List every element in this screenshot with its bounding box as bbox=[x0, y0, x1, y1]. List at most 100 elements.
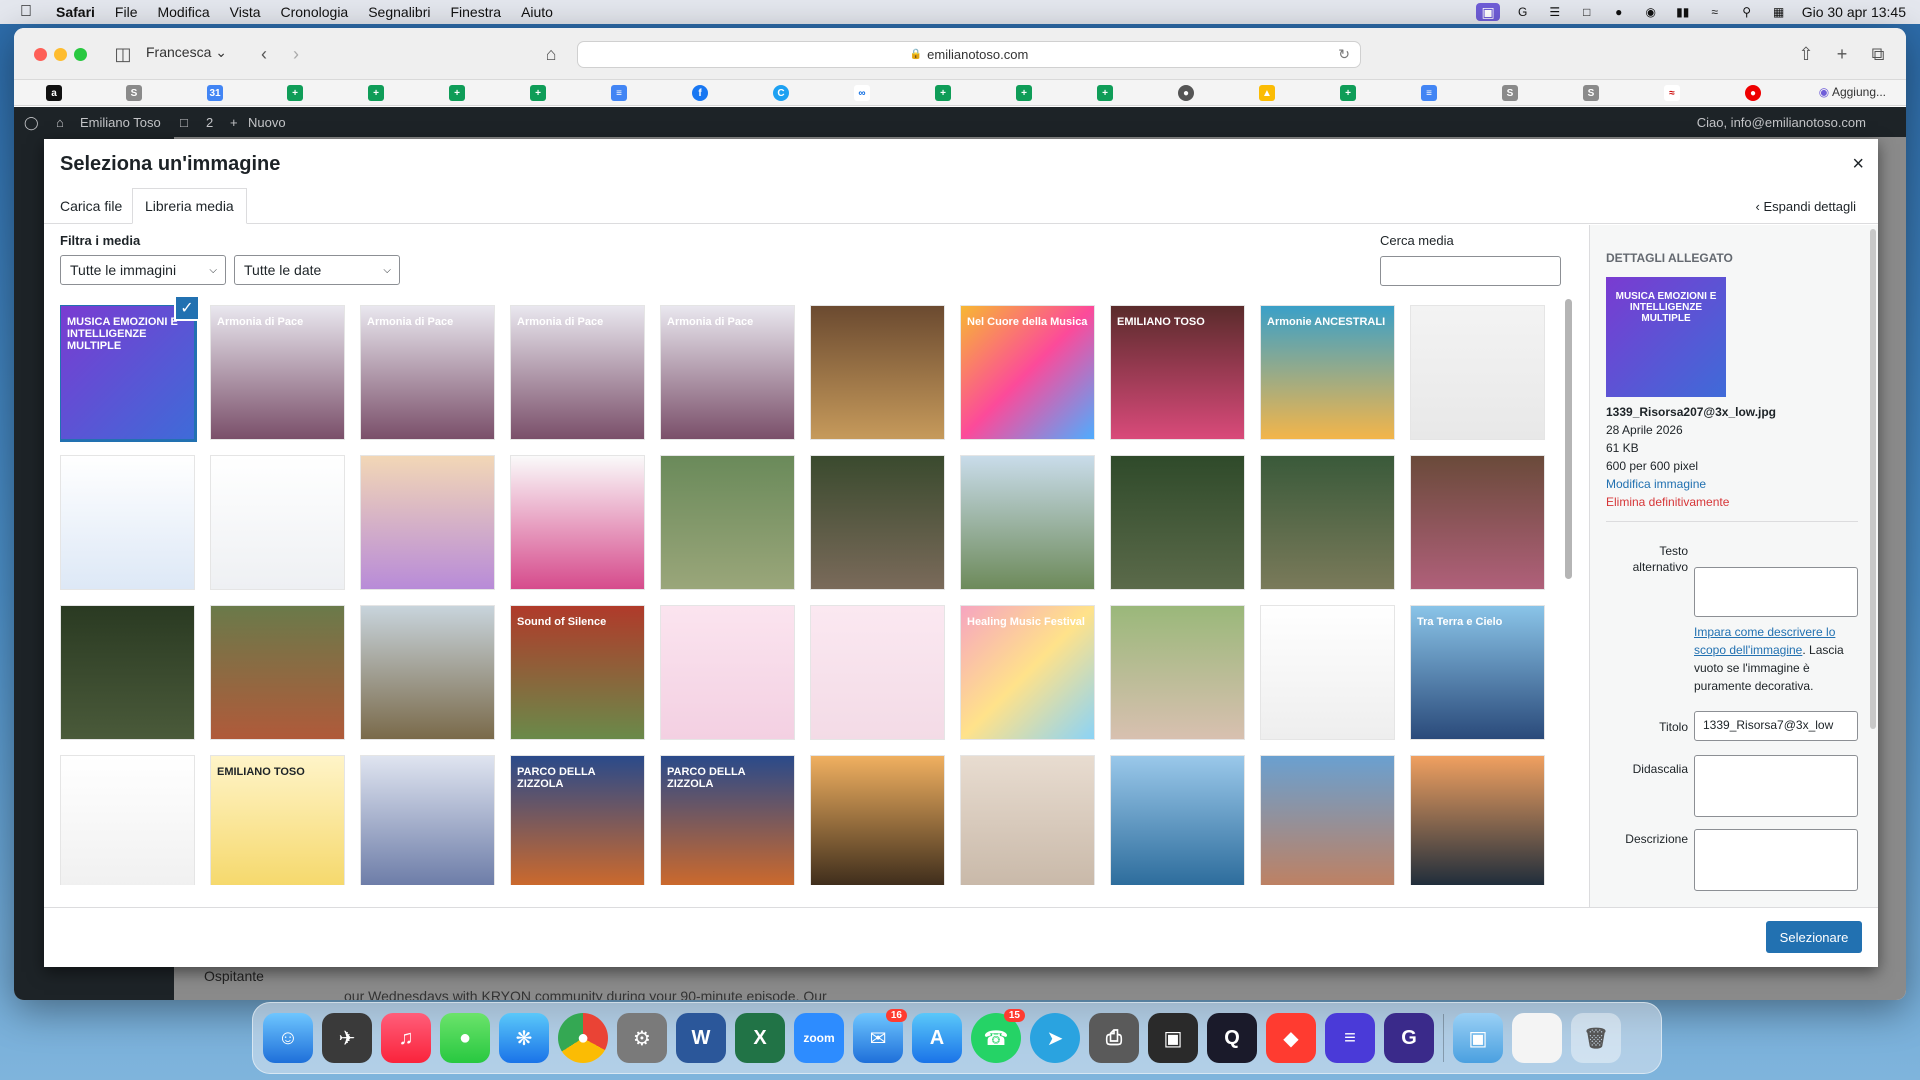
details-scrollbar[interactable] bbox=[1870, 229, 1876, 729]
media-thumbnail[interactable] bbox=[210, 605, 345, 740]
title-field[interactable]: 1339_Risorsa7@3x_low bbox=[1694, 711, 1858, 741]
safari-icon[interactable]: ❋ bbox=[499, 1013, 549, 1063]
quicktime-icon[interactable]: Q bbox=[1207, 1013, 1257, 1063]
wp-new-label[interactable]: Nuovo bbox=[248, 115, 286, 130]
media-thumbnail[interactable] bbox=[510, 455, 645, 590]
tab-overview-icon[interactable]: ⧉ bbox=[1868, 41, 1888, 67]
word-icon[interactable]: W bbox=[676, 1013, 726, 1063]
recent-window-icon[interactable] bbox=[1512, 1013, 1562, 1063]
minimize-window-button[interactable] bbox=[54, 48, 67, 61]
stats-app-icon[interactable]: ≡ bbox=[1325, 1013, 1375, 1063]
favorite-trenitalia-icon[interactable]: ≈ bbox=[1664, 85, 1680, 101]
media-thumbnail[interactable]: Nel Cuore della Musica bbox=[960, 305, 1095, 440]
wp-site-name[interactable]: Emiliano Toso bbox=[80, 115, 161, 130]
wp-comments-icon[interactable]: □ bbox=[180, 115, 188, 130]
favorite-sheets-icon[interactable]: + bbox=[1016, 85, 1032, 101]
favorites-more[interactable]: ◉ Aggiung... bbox=[1819, 85, 1886, 99]
media-thumbnail[interactable]: Armonia di Pace bbox=[510, 305, 645, 440]
media-thumbnail[interactable] bbox=[660, 605, 795, 740]
close-window-button[interactable] bbox=[34, 48, 47, 61]
grammarly-icon[interactable]: G bbox=[1514, 5, 1532, 19]
mail-icon[interactable]: ✉ 16 bbox=[853, 1009, 907, 1063]
media-thumbnail[interactable]: PARCO DELLA ZIZZOLA bbox=[660, 755, 795, 885]
zoom-window-button[interactable] bbox=[74, 48, 87, 61]
favorite-docs-icon[interactable]: ≡ bbox=[611, 85, 627, 101]
telegram-icon[interactable]: ➤ bbox=[1030, 1013, 1080, 1063]
media-thumbnail[interactable] bbox=[1260, 455, 1395, 590]
media-thumbnail[interactable]: EMILIANO TOSO bbox=[210, 755, 345, 885]
screenshot-icon[interactable]: ▣ bbox=[1148, 1013, 1198, 1063]
control-center-icon[interactable]: ▦ bbox=[1770, 5, 1788, 19]
media-thumbnail[interactable]: EMILIANO TOSO bbox=[1110, 305, 1245, 440]
favorite-c-icon[interactable]: C bbox=[773, 85, 789, 101]
media-thumbnail[interactable] bbox=[960, 455, 1095, 590]
media-thumbnail[interactable] bbox=[60, 755, 195, 885]
media-thumbnail[interactable] bbox=[1110, 755, 1245, 885]
media-thumbnail[interactable]: Armonie ANCESTRALI bbox=[1260, 305, 1395, 440]
media-thumbnail[interactable] bbox=[810, 755, 945, 885]
favorite-sheets-icon[interactable]: + bbox=[1097, 85, 1113, 101]
favorite-drive-icon[interactable]: ▲ bbox=[1259, 85, 1275, 101]
favorite-facebook-icon[interactable]: f bbox=[692, 85, 708, 101]
home-icon[interactable]: ⌂ bbox=[539, 41, 563, 67]
wp-site-home-icon[interactable]: ⌂ bbox=[56, 115, 64, 130]
close-modal-icon[interactable]: × bbox=[1852, 153, 1864, 176]
favorite-sheets-icon[interactable]: + bbox=[935, 85, 951, 101]
share-icon[interactable]: ⇧ bbox=[1796, 41, 1816, 67]
media-thumbnail[interactable] bbox=[360, 605, 495, 740]
reload-icon[interactable]: ↻ bbox=[1338, 46, 1350, 63]
menu-aiuto[interactable]: Aiuto bbox=[521, 4, 553, 20]
filter-type-select[interactable]: Tutte le immagini ⌵ bbox=[60, 255, 226, 285]
media-thumbnail[interactable] bbox=[1410, 755, 1545, 885]
media-thumbnail[interactable]: MUSICA EMOZIONI E INTELLIGENZE MULTIPLE bbox=[60, 305, 197, 442]
printer-icon[interactable]: ⎙ bbox=[1089, 1013, 1139, 1063]
zoom-icon[interactable]: zoom bbox=[794, 1013, 844, 1063]
selected-check-icon[interactable]: ✓ bbox=[174, 295, 200, 321]
back-icon[interactable]: ‹ bbox=[254, 41, 274, 67]
media-thumbnail[interactable] bbox=[360, 755, 495, 885]
select-button[interactable]: Selezionare bbox=[1766, 921, 1862, 953]
favorite-sheets-icon[interactable]: + bbox=[449, 85, 465, 101]
grid-scrollbar[interactable] bbox=[1565, 299, 1572, 579]
favorite-s-icon[interactable]: S bbox=[1583, 85, 1599, 101]
media-thumbnail[interactable]: Armonia di Pace bbox=[210, 305, 345, 440]
menu-segnalibri[interactable]: Segnalibri bbox=[368, 4, 430, 20]
media-thumbnail[interactable] bbox=[60, 455, 195, 590]
favorite-calendar-icon[interactable]: 31 bbox=[207, 85, 223, 101]
media-thumbnail[interactable] bbox=[810, 605, 945, 740]
favorite-meta-icon[interactable]: ∞ bbox=[854, 85, 870, 101]
grammarly-app-icon[interactable]: G bbox=[1384, 1013, 1434, 1063]
media-thumbnail[interactable]: Healing Music Festival bbox=[960, 605, 1095, 740]
tab-upload-files[interactable]: Carica file bbox=[48, 188, 134, 224]
media-thumbnail[interactable] bbox=[360, 455, 495, 590]
filter-date-select[interactable]: Tutte le date ⌵ bbox=[234, 255, 400, 285]
downloads-folder-icon[interactable]: ▣ bbox=[1453, 1013, 1503, 1063]
media-thumbnail[interactable]: Armonia di Pace bbox=[660, 305, 795, 440]
description-field[interactable] bbox=[1694, 829, 1858, 891]
media-thumbnail[interactable] bbox=[60, 605, 195, 740]
menu-vista[interactable]: Vista bbox=[230, 4, 261, 20]
profile-selector[interactable]: Francesca ⌄ bbox=[146, 44, 227, 61]
favorite-circle-icon[interactable]: ● bbox=[1178, 85, 1194, 101]
menu-file[interactable]: File bbox=[115, 4, 138, 20]
media-thumbnail[interactable]: Armonia di Pace bbox=[360, 305, 495, 440]
wp-greeting[interactable]: Ciao, info@emilianotoso.com bbox=[1697, 115, 1866, 130]
media-thumbnail[interactable]: Sound of Silence bbox=[510, 605, 645, 740]
favorite-sheets-icon[interactable]: + bbox=[368, 85, 384, 101]
media-thumbnail[interactable] bbox=[1410, 305, 1545, 440]
forward-icon[interactable]: › bbox=[286, 41, 306, 67]
launchpad-icon[interactable]: ✈ bbox=[322, 1013, 372, 1063]
favorite-sheets-icon[interactable]: + bbox=[287, 85, 303, 101]
favorite-docs-icon[interactable]: ≡ bbox=[1421, 85, 1437, 101]
media-thumbnail[interactable]: Tra Terra e Cielo bbox=[1410, 605, 1545, 740]
finder-icon[interactable]: ☺ bbox=[263, 1013, 313, 1063]
battery-icon[interactable]: ▮▮ bbox=[1674, 5, 1692, 19]
vpn-icon[interactable]: ◉ bbox=[1642, 5, 1660, 19]
media-thumbnail[interactable] bbox=[210, 455, 345, 590]
tab-media-library[interactable]: Libreria media bbox=[132, 188, 247, 224]
app-store-icon[interactable]: A bbox=[912, 1013, 962, 1063]
search-media-input[interactable] bbox=[1380, 256, 1561, 286]
sidebar-toggle-icon[interactable]: ◫ bbox=[110, 41, 136, 67]
favorite-s-icon[interactable]: S bbox=[126, 85, 142, 101]
new-tab-icon[interactable]: + bbox=[1832, 41, 1852, 67]
